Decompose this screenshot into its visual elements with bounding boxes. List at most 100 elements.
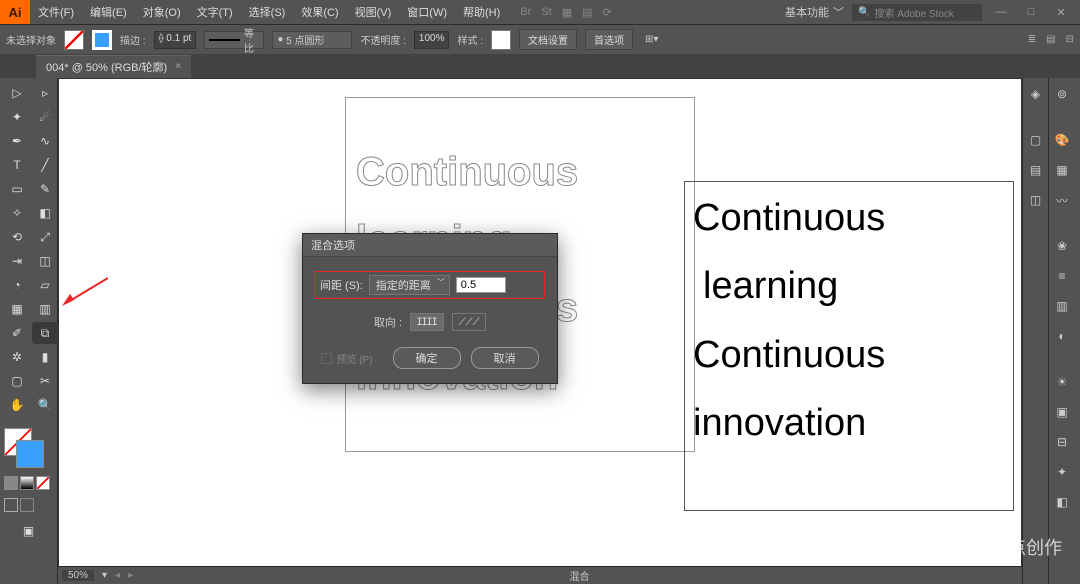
bridge-icon[interactable]: Br [520, 6, 531, 18]
eyedropper-tool[interactable]: ✐ [4, 322, 30, 344]
draw-mode-icon[interactable] [20, 498, 34, 512]
panel-toggle-icon[interactable]: ≣ [1028, 34, 1036, 45]
curvature-tool[interactable]: ∿ [32, 130, 58, 152]
gradient-mode-icon[interactable] [20, 476, 34, 490]
cloud-icon[interactable]: ⟳ [603, 6, 612, 19]
document-tab[interactable]: 004* @ 50% (RGB/轮廓) × [36, 55, 191, 78]
menu-effect[interactable]: 效果(C) [293, 4, 346, 20]
screen-mode-toggle[interactable]: ▣ [16, 520, 42, 542]
orient-align-path-button[interactable]: ⟋⟋⟋ [452, 313, 486, 331]
menu-file[interactable]: 文件(F) [30, 4, 82, 20]
transform-panel-icon[interactable]: ✦ [1052, 462, 1072, 482]
gradient-panel-icon[interactable]: ▥ [1052, 296, 1072, 316]
stroke-color-swatch[interactable] [16, 440, 44, 468]
maximize-button[interactable]: □ [1020, 4, 1042, 20]
hand-tool[interactable]: ✋ [4, 394, 30, 416]
shaper-tool[interactable]: ✧ [4, 202, 30, 224]
paintbrush-tool[interactable]: ✎ [32, 178, 58, 200]
stroke-width-input[interactable]: ⟠ 0.1 pt [154, 31, 197, 49]
width-tool[interactable]: ⇥ [4, 250, 30, 272]
magic-wand-tool[interactable]: ✦ [4, 106, 30, 128]
stroke-profile-dropdown[interactable]: 等比 [204, 31, 264, 49]
zoom-level[interactable]: 50% [62, 570, 94, 581]
color-swatches[interactable] [4, 428, 44, 468]
normal-screen-icon[interactable] [4, 498, 18, 512]
transparency-panel-icon[interactable]: ◐ [1052, 326, 1072, 346]
artboards-icon[interactable]: ▢ [1026, 130, 1046, 150]
menu-view[interactable]: 视图(V) [347, 4, 400, 20]
pathfinder-panel-icon[interactable]: ◧ [1052, 492, 1072, 512]
cancel-button[interactable]: 取消 [471, 347, 539, 369]
lasso-tool[interactable]: ☄ [32, 106, 58, 128]
graphic-styles-icon[interactable]: ▣ [1052, 402, 1072, 422]
pen-tool[interactable]: ✒ [4, 130, 30, 152]
spacing-select[interactable]: 指定的距离 [369, 275, 450, 295]
menu-select[interactable]: 选择(S) [241, 4, 294, 20]
slice-tool[interactable]: ✂ [32, 370, 58, 392]
layers-icon[interactable]: ◈ [1026, 84, 1046, 104]
orient-align-page-button[interactable]: ⵊⵊⵊⵊ [410, 313, 444, 331]
shape-builder-tool[interactable]: ◔ [4, 274, 30, 296]
rotate-tool[interactable]: ⟲ [4, 226, 30, 248]
symbols-panel-icon[interactable]: ❀ [1052, 236, 1072, 256]
preview-checkbox[interactable]: 预览 (P) [321, 351, 372, 366]
gradient-tool[interactable]: ▥ [32, 298, 58, 320]
scale-tool[interactable]: ⤢ [32, 226, 58, 248]
brush-dropdown[interactable]: ● 5 点圆形 [272, 31, 352, 49]
zoom-chevron-icon[interactable]: ▾ [102, 570, 107, 581]
selection-tool[interactable]: ▷ [4, 82, 30, 104]
stock-icon[interactable]: St [541, 6, 551, 18]
eraser-tool[interactable]: ◧ [32, 202, 58, 224]
appearance-panel-icon[interactable]: ☀ [1052, 372, 1072, 392]
nav-next-icon[interactable]: ▸ [128, 570, 133, 581]
libraries-icon[interactable]: ▤ [1026, 160, 1046, 180]
menu-object[interactable]: 对象(O) [135, 4, 189, 20]
mesh-tool[interactable]: ▦ [4, 298, 30, 320]
menu-window[interactable]: 窗口(W) [399, 4, 455, 20]
gpu-icon[interactable]: ▤ [582, 6, 592, 19]
minimize-button[interactable]: — [990, 4, 1012, 20]
perspective-tool[interactable]: ▱ [32, 274, 58, 296]
swatches-panel-icon[interactable]: ▦ [1052, 160, 1072, 180]
menu-edit[interactable]: 编辑(E) [82, 4, 135, 20]
cc-libraries-icon[interactable]: ⊚ [1052, 84, 1072, 104]
color-mode-icon[interactable] [4, 476, 18, 490]
close-button[interactable]: ✕ [1050, 4, 1072, 20]
spacing-input[interactable] [456, 277, 506, 293]
arrow-annotation [62, 276, 108, 306]
free-transform-tool[interactable]: ◫ [32, 250, 58, 272]
opacity-input[interactable]: 100% [414, 31, 450, 49]
asset-export-icon[interactable]: ◫ [1026, 190, 1046, 210]
tool-status: 混合 [570, 568, 590, 583]
color-panel-icon[interactable]: 🎨 [1052, 130, 1072, 150]
symbol-sprayer-tool[interactable]: ✲ [4, 346, 30, 368]
arrange-icon[interactable]: ▦ [562, 6, 572, 19]
search-adobe-stock[interactable]: 🔍 搜索 Adobe Stock [852, 4, 982, 21]
type-tool[interactable]: T [4, 154, 30, 176]
menu-type[interactable]: 文字(T) [189, 4, 241, 20]
artboard-tool[interactable]: ▢ [4, 370, 30, 392]
panel-collapse-icon[interactable]: ⊟ [1066, 34, 1074, 45]
nav-prev-icon[interactable]: ◂ [115, 570, 120, 581]
zoom-tool[interactable]: 🔍 [32, 394, 58, 416]
ok-button[interactable]: 确定 [393, 347, 461, 369]
fill-swatch[interactable] [64, 30, 84, 50]
workspace-switcher[interactable]: 基本功能 ﹀ [785, 4, 844, 20]
none-mode-icon[interactable] [36, 476, 50, 490]
preferences-button[interactable]: 首选项 [585, 29, 633, 50]
document-setup-button[interactable]: 文档设置 [519, 29, 577, 50]
menu-help[interactable]: 帮助(H) [455, 4, 508, 20]
brushes-panel-icon[interactable]: 〰 [1052, 190, 1072, 210]
tab-close-icon[interactable]: × [175, 61, 181, 72]
align-icon[interactable]: ⊞▾ [645, 34, 658, 45]
line-tool[interactable]: ╱ [32, 154, 58, 176]
rectangle-tool[interactable]: ▭ [4, 178, 30, 200]
align-panel-icon[interactable]: ⊟ [1052, 432, 1072, 452]
stroke-swatch[interactable] [92, 30, 112, 50]
direct-selection-tool[interactable]: ▹ [32, 82, 58, 104]
panel-toggle2-icon[interactable]: ▤ [1046, 34, 1055, 45]
column-graph-tool[interactable]: ▮ [32, 346, 58, 368]
style-swatch[interactable] [491, 30, 511, 50]
blend-tool[interactable]: ⧉ [32, 322, 58, 344]
stroke-panel-icon[interactable]: ≡ [1052, 266, 1072, 286]
